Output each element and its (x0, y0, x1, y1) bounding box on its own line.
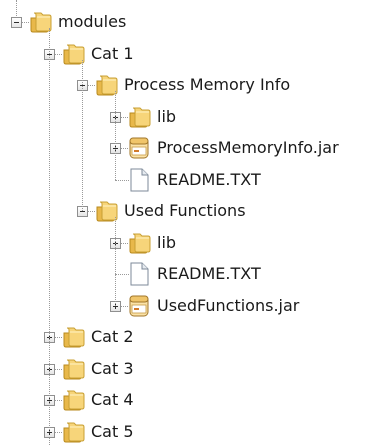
tree-connector (88, 85, 95, 86)
jar-file-icon (128, 136, 150, 164)
folder-icon (128, 105, 152, 133)
tree-connector (55, 368, 62, 370)
folder-icon (128, 231, 152, 259)
tree-guide-line (82, 59, 83, 211)
tree-node-label: Cat 4 (91, 390, 134, 409)
tree-connector (121, 116, 128, 118)
collapse-toggle[interactable] (11, 17, 22, 28)
tree-node-label: ProcessMemoryInfo.jar (157, 138, 339, 157)
tree-node-label: modules (58, 12, 127, 31)
tree-node-label: Process Memory Info (124, 75, 291, 94)
tree-guide-line (49, 28, 50, 432)
text-file-icon (128, 262, 150, 290)
tree-node-label: lib (157, 106, 177, 126)
tree-node-label: README.TXT (157, 169, 261, 189)
file-tree: modules Cat 1 Process Memory Info lib Pr… (0, 0, 375, 445)
tree-node-label: UsedFunctions.jar (157, 295, 300, 315)
tree-connector (121, 148, 128, 149)
tree-connector (88, 211, 95, 212)
tree-connector (121, 305, 128, 307)
tree-guide-line (115, 217, 116, 306)
tree-connector (121, 242, 128, 244)
tree-node-label: Cat 1 (91, 43, 134, 63)
tree-connector (55, 400, 62, 401)
tree-node-label: README.TXT (157, 264, 261, 283)
tree-guide-line (115, 91, 116, 180)
tree-connector (55, 337, 62, 338)
tree-node-label: Used Functions (124, 201, 246, 220)
tree-connector (115, 179, 129, 181)
text-file-icon (128, 168, 150, 196)
tree-node-label: Cat 3 (91, 358, 134, 378)
tree-node-label: Cat 2 (91, 327, 134, 346)
folder-icon (62, 420, 86, 448)
tree-connector (22, 22, 29, 23)
tree-guide-line (16, 0, 17, 16)
tree-node-label: Cat 5 (91, 421, 134, 441)
folder-icon (62, 325, 86, 353)
tree-connector (55, 431, 62, 433)
tree-guide-line (49, 437, 50, 445)
jar-file-icon (128, 294, 150, 322)
tree-node-label: lib (157, 232, 177, 252)
folder-icon (62, 357, 86, 385)
tree-connector (55, 53, 62, 55)
tree-connector (115, 274, 129, 275)
folder-icon (62, 388, 86, 416)
